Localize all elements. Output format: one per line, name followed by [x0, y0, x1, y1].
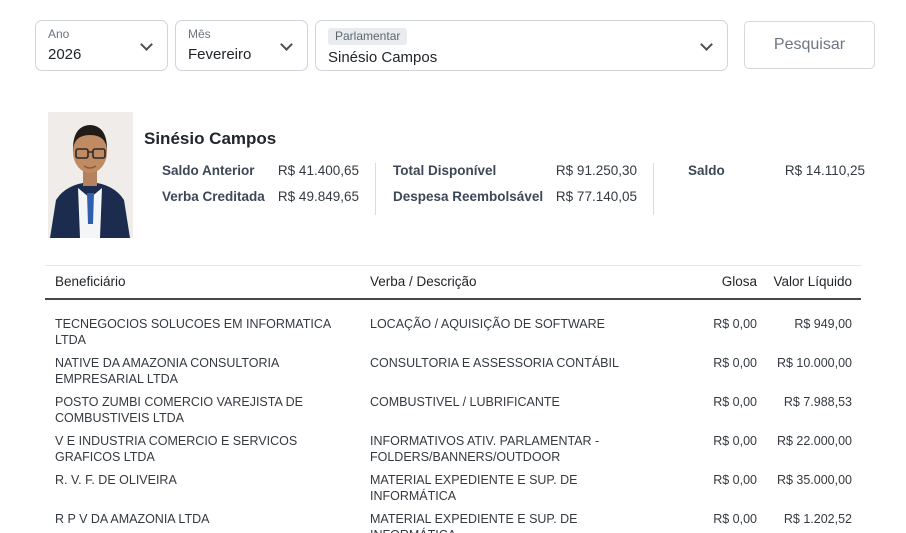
profile-section: Sinésio Campos Saldo Anterior R$ 41.400,…: [48, 112, 906, 238]
parliamentarian-photo: [48, 112, 133, 238]
header-verba-descricao: Verba / Descrição: [370, 274, 650, 289]
parliamentarian-name: Sinésio Campos: [144, 129, 906, 149]
table-row: R. V. F. DE OLIVEIRA MATERIAL EXPEDIENTE…: [45, 469, 861, 508]
row-valor: R$ 22.000,00: [757, 434, 860, 465]
row-beneficiario: POSTO ZUMBI COMERCIO VAREJISTA DE COMBUS…: [45, 395, 370, 426]
year-select[interactable]: Ano 2026: [35, 20, 168, 71]
expense-table: Beneficiário Verba / Descrição Glosa Val…: [45, 265, 861, 533]
row-valor: R$ 1.202,52: [757, 512, 860, 533]
row-beneficiario: TECNEGOCIOS SOLUCOES EM INFORMATICA LTDA: [45, 317, 370, 348]
table-row: TECNEGOCIOS SOLUCOES EM INFORMATICA LTDA…: [45, 313, 861, 352]
row-verba: LOCAÇÃO / AQUISIÇÃO DE SOFTWARE: [370, 317, 650, 348]
table-body: TECNEGOCIOS SOLUCOES EM INFORMATICA LTDA…: [45, 313, 861, 533]
search-button[interactable]: Pesquisar: [744, 21, 875, 69]
despesa-reembolsavel-label: Despesa Reembolsável: [393, 189, 553, 204]
parliamentarian-select-value: Sinésio Campos: [328, 48, 697, 68]
chevron-down-icon: [700, 38, 713, 51]
verba-creditada-label: Verba Creditada: [162, 189, 274, 204]
total-disponivel-value: R$ 91.250,30: [553, 163, 637, 178]
divider: [375, 163, 376, 215]
parliamentarian-select[interactable]: Parlamentar Sinésio Campos: [315, 20, 728, 71]
month-select-value: Fevereiro: [188, 45, 277, 65]
month-select[interactable]: Mês Fevereiro: [175, 20, 308, 71]
row-beneficiario: V E INDUSTRIA COMERCIO E SERVICOS GRAFIC…: [45, 434, 370, 465]
chevron-down-icon: [280, 38, 293, 51]
verba-creditada-value: R$ 49.849,65: [274, 189, 359, 204]
row-glosa: R$ 0,00: [650, 317, 757, 348]
financial-summary: Saldo Anterior R$ 41.400,65 Verba Credit…: [162, 163, 906, 215]
row-glosa: R$ 0,00: [650, 395, 757, 426]
row-verba: MATERIAL EXPEDIENTE E SUP. DE INFORMÁTIC…: [370, 473, 650, 504]
row-verba: INFORMATIVOS ATIV. PARLAMENTAR - FOLDERS…: [370, 434, 650, 465]
table-row: POSTO ZUMBI COMERCIO VAREJISTA DE COMBUS…: [45, 391, 861, 430]
month-select-label: Mês: [188, 27, 277, 42]
table-row: R P V DA AMAZONIA LTDA MATERIAL EXPEDIEN…: [45, 508, 861, 533]
header-valor-liquido: Valor Líquido: [757, 274, 860, 289]
row-beneficiario: R P V DA AMAZONIA LTDA: [45, 512, 370, 533]
divider: [653, 163, 654, 215]
saldo-anterior-value: R$ 41.400,65: [274, 163, 359, 178]
row-beneficiario: R. V. F. DE OLIVEIRA: [45, 473, 370, 504]
despesa-reembolsavel-value: R$ 77.140,05: [553, 189, 637, 204]
row-verba: COMBUSTIVEL / LUBRIFICANTE: [370, 395, 650, 426]
row-glosa: R$ 0,00: [650, 473, 757, 504]
row-glosa: R$ 0,00: [650, 512, 757, 533]
total-disponivel-label: Total Disponível: [393, 163, 553, 178]
header-beneficiario: Beneficiário: [45, 274, 370, 289]
table-row: NATIVE DA AMAZONIA CONSULTORIA EMPRESARI…: [45, 352, 861, 391]
row-glosa: R$ 0,00: [650, 434, 757, 465]
row-beneficiario: NATIVE DA AMAZONIA CONSULTORIA EMPRESARI…: [45, 356, 370, 387]
year-select-value: 2026: [48, 45, 137, 65]
year-select-label: Ano: [48, 27, 137, 42]
saldo-value: R$ 14.110,25: [760, 163, 865, 178]
header-glosa: Glosa: [650, 274, 757, 289]
row-valor: R$ 10.000,00: [757, 356, 860, 387]
saldo-label: Saldo: [688, 163, 730, 178]
table-row: V E INDUSTRIA COMERCIO E SERVICOS GRAFIC…: [45, 430, 861, 469]
row-glosa: R$ 0,00: [650, 356, 757, 387]
row-verba: CONSULTORIA E ASSESSORIA CONTÁBIL: [370, 356, 650, 387]
chevron-down-icon: [140, 38, 153, 51]
filter-bar: Ano 2026 Mês Fevereiro Parlamentar Sinés…: [35, 20, 906, 71]
parliamentarian-select-label: Parlamentar: [328, 28, 407, 45]
table-header-row: Beneficiário Verba / Descrição Glosa Val…: [45, 265, 861, 300]
saldo-anterior-label: Saldo Anterior: [162, 163, 274, 178]
row-valor: R$ 949,00: [757, 317, 860, 348]
row-verba: MATERIAL EXPEDIENTE E SUP. DE INFORMÁTIC…: [370, 512, 650, 533]
row-valor: R$ 35.000,00: [757, 473, 860, 504]
row-valor: R$ 7.988,53: [757, 395, 860, 426]
